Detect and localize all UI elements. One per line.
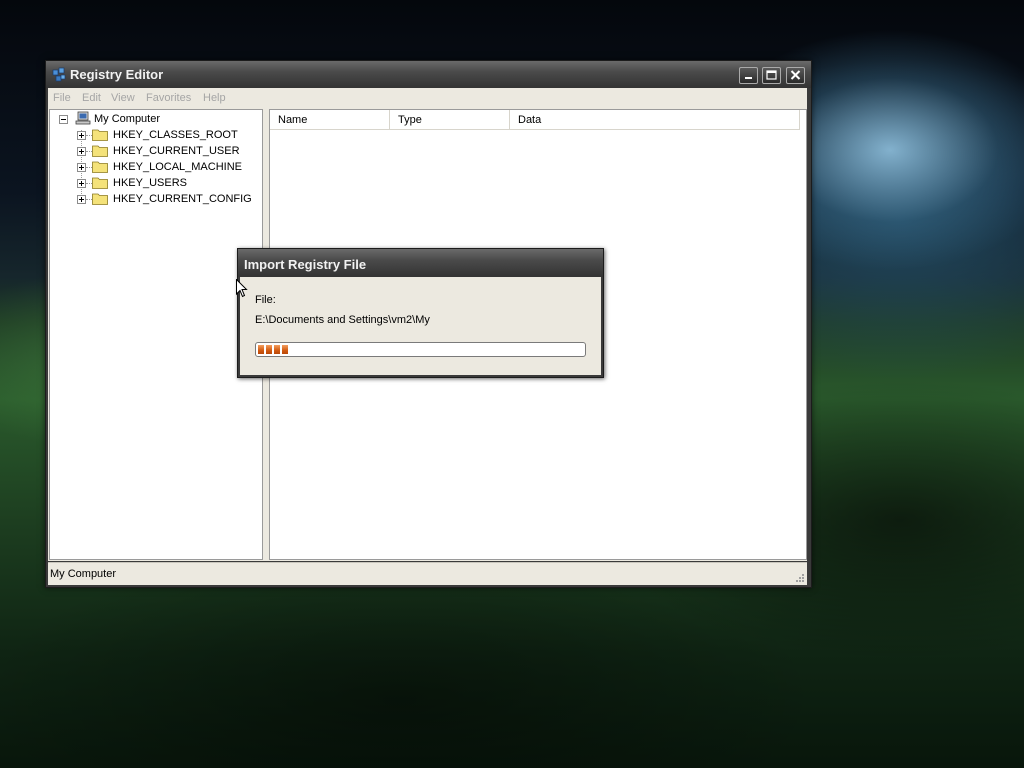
import-progress-bar xyxy=(255,342,586,357)
resize-grip-icon[interactable] xyxy=(795,573,805,583)
folder-icon xyxy=(92,161,108,173)
tree-item-my-computer[interactable]: My Computer xyxy=(50,111,250,127)
expand-toggle[interactable] xyxy=(77,131,86,140)
tree-item-hkey-current-config[interactable]: HKEY_CURRENT_CONFIG xyxy=(50,191,260,207)
menu-file[interactable]: File xyxy=(53,92,71,104)
file-label: File: xyxy=(255,294,276,306)
folder-icon xyxy=(92,193,108,205)
menu-view[interactable]: View xyxy=(111,92,135,104)
dialog-title-bar[interactable]: Import Registry File xyxy=(238,249,603,277)
tree-item-hkey-users[interactable]: HKEY_USERS xyxy=(50,175,260,191)
status-bar: My Computer xyxy=(48,562,807,585)
folder-icon xyxy=(92,145,108,157)
tree-item-label: My Computer xyxy=(94,113,161,125)
tree-item-label: HKEY_CLASSES_ROOT xyxy=(113,129,238,141)
close-icon xyxy=(790,70,801,80)
dialog-title: Import Registry File xyxy=(244,257,367,272)
tree-item-label: HKEY_LOCAL_MACHINE xyxy=(113,161,242,173)
expand-toggle[interactable] xyxy=(77,179,86,188)
close-button[interactable] xyxy=(786,67,805,84)
title-bar[interactable]: Registry Editor xyxy=(46,61,811,88)
column-header-type[interactable]: Type xyxy=(390,110,510,130)
mouse-pointer-icon xyxy=(236,279,248,298)
expand-toggle[interactable] xyxy=(77,147,86,156)
registry-editor-icon xyxy=(52,67,66,82)
import-registry-dialog[interactable]: Import Registry File File: E:\Documents … xyxy=(237,248,604,378)
computer-icon xyxy=(75,111,91,125)
dialog-body: File: E:\Documents and Settings\vm2\My xyxy=(240,277,601,375)
tree-item-label: HKEY_USERS xyxy=(113,177,187,189)
menu-bar: File Edit View Favorites Help xyxy=(48,88,807,108)
progress-block xyxy=(274,345,280,354)
expand-toggle[interactable] xyxy=(77,163,86,172)
collapse-toggle[interactable] xyxy=(59,115,68,124)
tree-item-hkey-local-machine[interactable]: HKEY_LOCAL_MACHINE xyxy=(50,159,260,175)
minimize-button[interactable] xyxy=(739,67,758,84)
progress-block xyxy=(266,345,272,354)
tree-item-label: HKEY_CURRENT_CONFIG xyxy=(113,193,252,205)
tree-item-hkey-current-user[interactable]: HKEY_CURRENT_USER xyxy=(50,143,260,159)
progress-block xyxy=(282,345,288,354)
menu-help[interactable]: Help xyxy=(203,92,226,104)
column-header-name[interactable]: Name xyxy=(270,110,390,130)
maximize-icon xyxy=(766,70,777,80)
folder-icon xyxy=(92,177,108,189)
expand-toggle[interactable] xyxy=(77,195,86,204)
progress-fill xyxy=(258,345,291,354)
file-path: E:\Documents and Settings\vm2\My xyxy=(255,314,430,326)
menu-edit[interactable]: Edit xyxy=(82,92,101,104)
column-header-data[interactable]: Data xyxy=(510,110,800,130)
window-title: Registry Editor xyxy=(70,67,164,82)
progress-block xyxy=(258,345,264,354)
folder-icon xyxy=(92,129,108,141)
maximize-button[interactable] xyxy=(762,67,781,84)
registry-tree[interactable]: My Computer HKEY_CLASSES_ROOT HKEY_CURRE… xyxy=(49,109,263,560)
tree-item-label: HKEY_CURRENT_USER xyxy=(113,145,240,157)
menu-favorites[interactable]: Favorites xyxy=(146,92,191,104)
status-text: My Computer xyxy=(50,568,117,580)
tree-item-hkey-classes-root[interactable]: HKEY_CLASSES_ROOT xyxy=(50,127,260,143)
minimize-icon xyxy=(745,77,752,79)
